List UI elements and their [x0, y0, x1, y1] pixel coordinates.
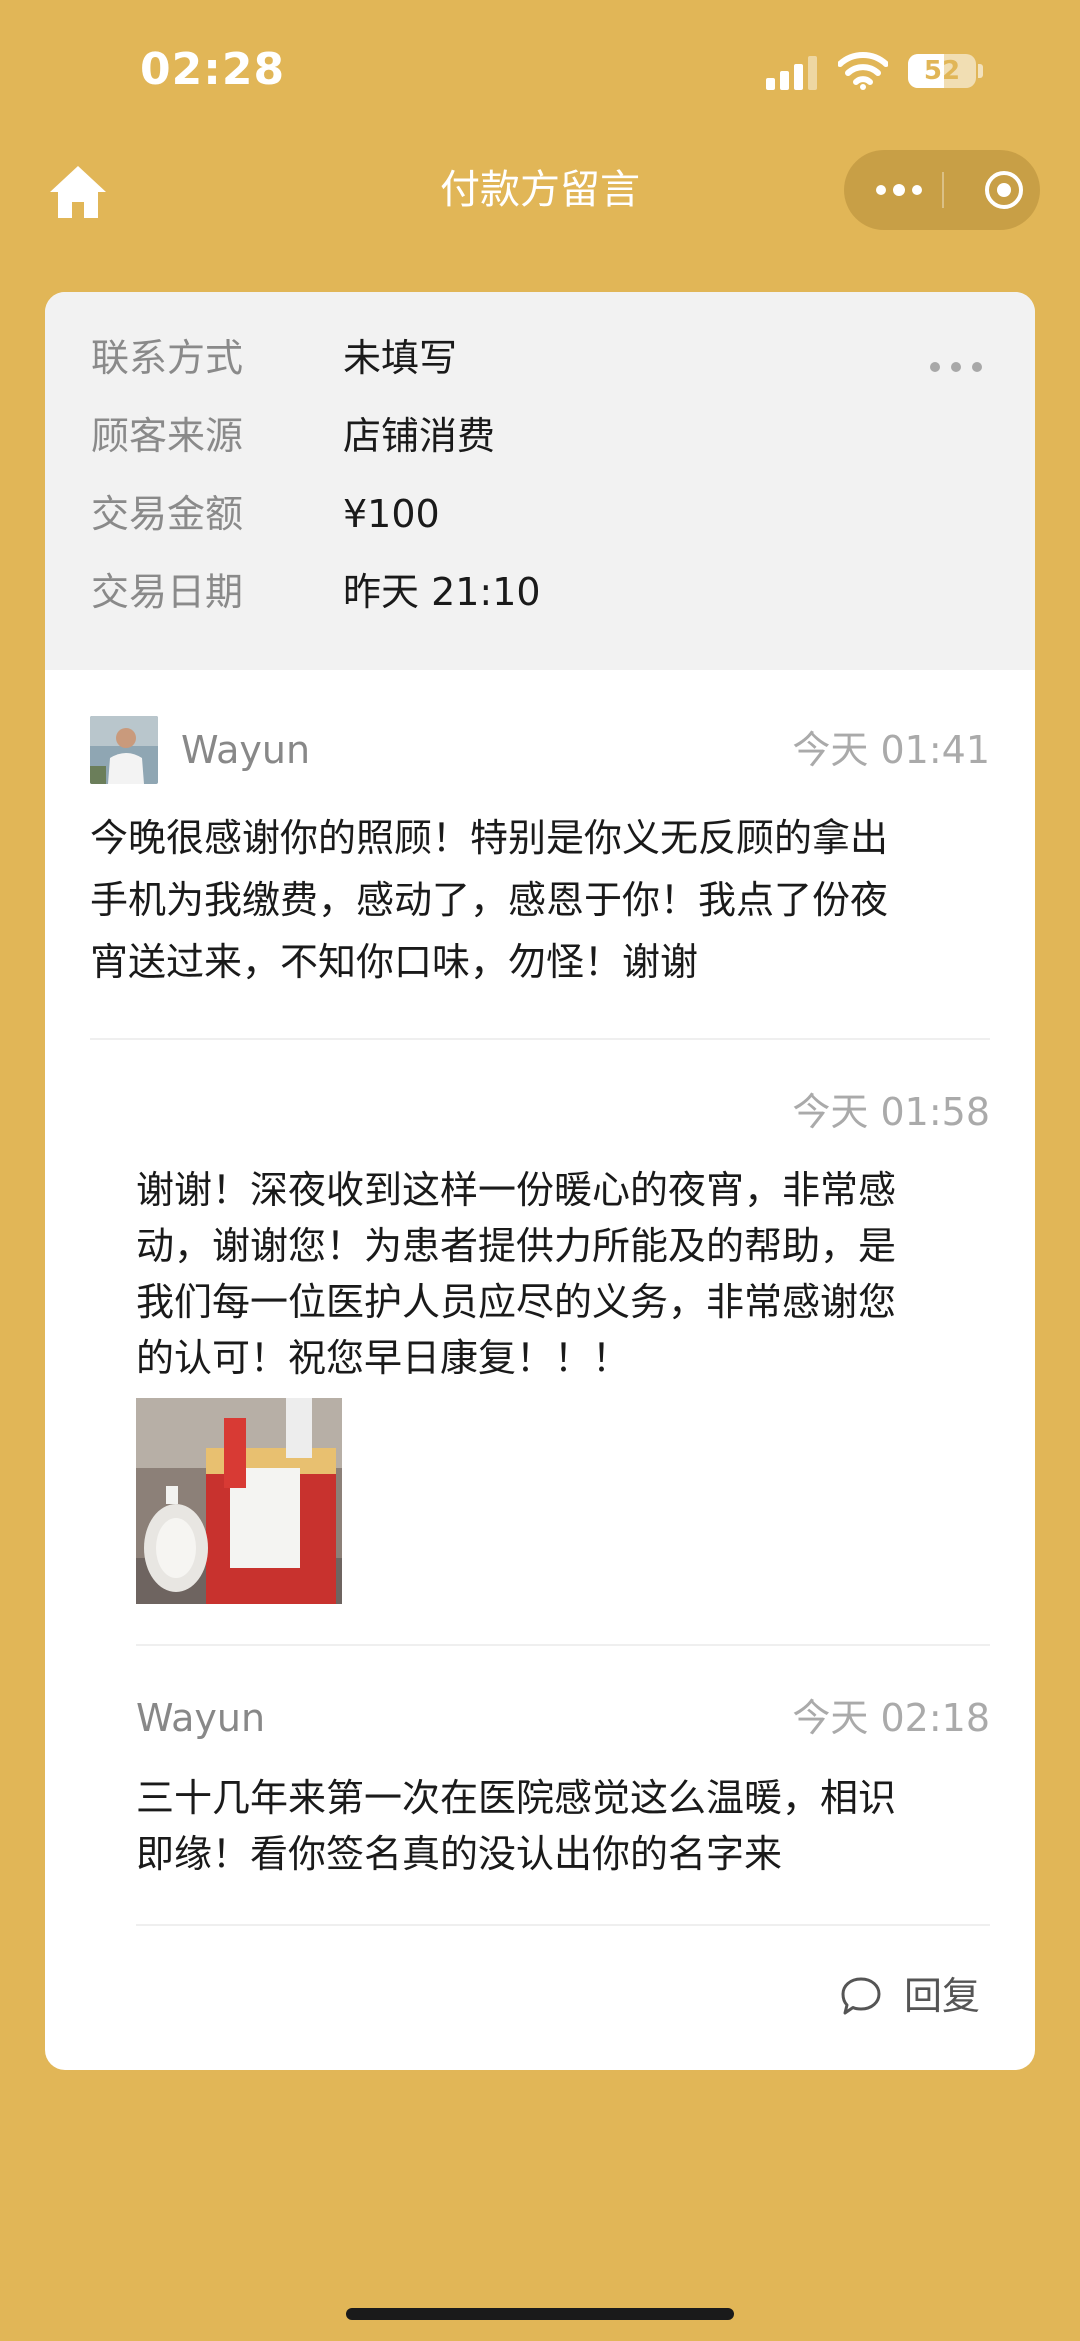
page: 02:28 52 付款方留言 联系方式 未填写 顾客来源 店铺消费 交易金额 ¥… [0, 0, 1080, 2341]
message-line: 宵送过来，不知你口味，勿怪！谢谢 [90, 940, 699, 984]
info-label: 交易金额 [91, 492, 244, 536]
info-value: 店铺消费 [343, 414, 496, 458]
info-label: 交易日期 [91, 570, 244, 614]
message-line: 谢谢！深夜收到这样一份暖心的夜宵，非常感 [136, 1168, 897, 1212]
message-line: 今晚很感谢你的照顾！特别是你义无反顾的拿出 [90, 816, 889, 860]
info-value: 未填写 [343, 336, 458, 380]
message-text: 谢谢！深夜收到这样一份暖心的夜宵，非常感 动，谢谢您！为患者提供力所能及的帮助，… [136, 1162, 1016, 1386]
avatar-photo [90, 716, 158, 784]
message-line: 动，谢谢您！为患者提供力所能及的帮助，是 [136, 1224, 897, 1268]
battery-level: 52 [923, 56, 961, 86]
info-value: ¥100 [343, 492, 440, 536]
message-author: Wayun [181, 728, 311, 772]
food-bag-image [136, 1398, 342, 1604]
reply-label: 回复 [904, 1974, 981, 2018]
status-bar: 02:28 52 [0, 0, 1080, 140]
message-line: 我们每一位医护人员应尽的义务，非常感谢您 [136, 1280, 897, 1324]
reply-button[interactable]: 回复 [840, 1966, 1000, 2026]
message-time: 今天 01:41 [792, 728, 990, 772]
payment-info-panel: 联系方式 未填写 顾客来源 店铺消费 交易金额 ¥100 交易日期 昨天 21:… [45, 292, 1035, 670]
wifi-icon [838, 52, 888, 90]
info-label: 顾客来源 [91, 414, 244, 458]
message-author: Wayun [136, 1696, 266, 1740]
capsule-divider [942, 172, 944, 208]
message-text: 三十几年来第一次在医院感觉这么温暖，相识 即缘！看你签名真的没认出你的名字来 [136, 1770, 1016, 1882]
chat-icon [841, 1977, 881, 2015]
status-time: 02:28 [140, 44, 286, 95]
message-line: 三十几年来第一次在医院感觉这么温暖，相识 [136, 1776, 897, 1820]
message-line: 的认可！祝您早日康复！！！ [136, 1336, 631, 1380]
message-line: 即缘！看你签名真的没认出你的名字来 [136, 1832, 783, 1876]
signal-icon [766, 56, 817, 90]
mini-program-capsule [844, 150, 1040, 230]
message-line: 手机为我缴费，感动了，感恩于你！我点了份夜 [90, 878, 889, 922]
message-time: 今天 01:58 [792, 1090, 990, 1134]
target-icon[interactable] [984, 170, 1024, 210]
avatar[interactable] [90, 716, 158, 784]
ellipsis-icon[interactable] [929, 360, 983, 374]
battery-cap [978, 64, 983, 78]
divider [136, 1644, 990, 1646]
divider [136, 1924, 990, 1926]
info-value: 昨天 21:10 [343, 570, 541, 614]
message-card: 联系方式 未填写 顾客来源 店铺消费 交易金额 ¥100 交易日期 昨天 21:… [45, 292, 1035, 2070]
message-time: 今天 02:18 [792, 1696, 990, 1740]
home-indicator [346, 2308, 734, 2320]
battery-icon: 52 [908, 54, 976, 88]
divider [90, 1038, 990, 1040]
more-icon[interactable] [874, 178, 924, 202]
attached-photo[interactable] [136, 1398, 342, 1604]
info-label: 联系方式 [91, 336, 244, 380]
message-text: 今晚很感谢你的照顾！特别是你义无反顾的拿出 手机为我缴费，感动了，感恩于你！我点… [90, 807, 1010, 993]
